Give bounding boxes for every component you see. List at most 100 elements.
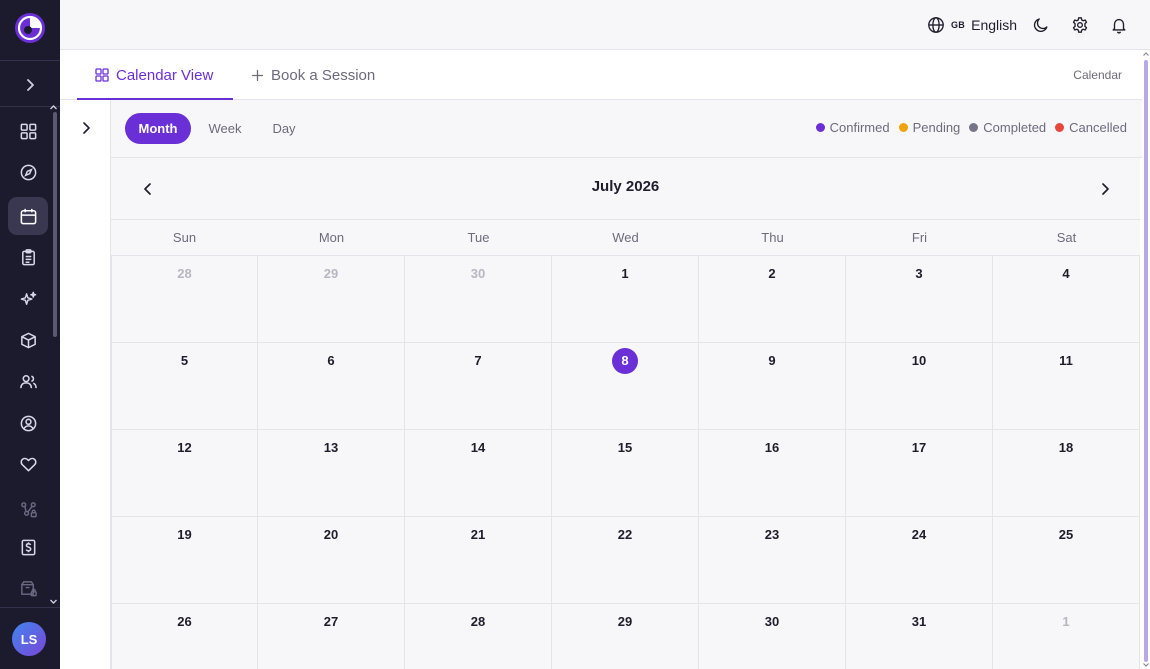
- calendar-day-cell[interactable]: 28: [111, 256, 258, 343]
- month-title: July 2026: [591, 178, 660, 195]
- app-logo-icon[interactable]: [14, 12, 46, 44]
- sidebar-scroll-down-icon[interactable]: [49, 597, 58, 606]
- user-avatar[interactable]: LS: [12, 622, 46, 656]
- breadcrumb[interactable]: Calendar: [1073, 68, 1122, 82]
- calendar-day-cell[interactable]: 29: [552, 604, 699, 669]
- tab-book-session[interactable]: Book a Session: [251, 50, 375, 100]
- dollar-icon: [21, 539, 35, 555]
- scroll-up-icon[interactable]: [1142, 50, 1150, 58]
- view-day-button[interactable]: Day: [261, 113, 307, 144]
- legend-label: Completed: [983, 120, 1047, 135]
- language-label: English: [971, 17, 1018, 33]
- sidebar-item-tasks[interactable]: [8, 238, 48, 276]
- day-number: 18: [1058, 440, 1074, 455]
- chevron-right-icon: [1102, 183, 1109, 195]
- main-scrollbar-thumb[interactable]: [1144, 60, 1148, 662]
- language-selector[interactable]: GB English: [927, 14, 1017, 36]
- calendar-day-cell[interactable]: 1: [993, 604, 1140, 669]
- main-scrollbar[interactable]: [1142, 50, 1150, 669]
- clipboard-icon: [21, 248, 35, 265]
- settings-button[interactable]: [1069, 14, 1091, 36]
- calendar-day-cell[interactable]: 17: [846, 430, 993, 517]
- day-number: 2: [768, 266, 776, 281]
- next-month-button[interactable]: [1095, 179, 1115, 199]
- calendar-day-cell[interactable]: 14: [405, 430, 552, 517]
- plus-icon: [251, 69, 264, 81]
- sidebar-item-store[interactable]: [8, 569, 48, 607]
- calendar-day-cell[interactable]: 10: [846, 343, 993, 430]
- calendar-day-cell[interactable]: 5: [111, 343, 258, 430]
- view-week-button[interactable]: Week: [199, 113, 251, 144]
- sidebar-scroll-up-icon[interactable]: [49, 103, 58, 112]
- calendar-day-cell[interactable]: 8: [552, 343, 699, 430]
- day-number: 28: [470, 614, 486, 629]
- weekday-header: Tue: [405, 220, 552, 256]
- tab-book-session-label: Book a Session: [271, 66, 376, 84]
- calendar-day-cell[interactable]: 18: [993, 430, 1140, 517]
- sidebar-item-workflows[interactable]: [8, 490, 48, 528]
- heart-icon: [19, 457, 37, 471]
- sidebar-item-explore[interactable]: [8, 153, 48, 191]
- day-number: 29: [323, 266, 339, 281]
- sidebar-item-dashboard[interactable]: [8, 112, 48, 150]
- calendar-day-cell[interactable]: 23: [699, 517, 846, 604]
- calendar-header: July 2026: [111, 158, 1140, 220]
- day-number: 14: [470, 440, 486, 455]
- tab-calendar-view[interactable]: Calendar View: [95, 50, 213, 100]
- sidebar-item-products[interactable]: [8, 321, 48, 359]
- scroll-down-icon[interactable]: [1142, 661, 1150, 669]
- calendar-day-cell[interactable]: 13: [258, 430, 405, 517]
- panel-expand-icon[interactable]: [78, 120, 94, 136]
- workflow-icon: [20, 501, 37, 517]
- tabs-bar: Calendar View Book a Session Calendar: [60, 50, 1142, 100]
- calendar-day-cell[interactable]: 15: [552, 430, 699, 517]
- sidebar-divider: [0, 60, 60, 61]
- sidebar-item-calendar[interactable]: [8, 197, 48, 235]
- calendar-day-cell[interactable]: 19: [111, 517, 258, 604]
- calendar-day-cell[interactable]: 28: [405, 604, 552, 669]
- globe-icon: [928, 17, 944, 33]
- view-month-button[interactable]: Month: [125, 113, 191, 144]
- day-number: 20: [323, 527, 339, 542]
- day-number: 23: [764, 527, 780, 542]
- calendar-day-cell[interactable]: 29: [258, 256, 405, 343]
- calendar-day-cell[interactable]: 7: [405, 343, 552, 430]
- sidebar-item-profile[interactable]: [8, 404, 48, 442]
- sidebar-item-ai[interactable]: [8, 280, 48, 318]
- calendar-day-cell[interactable]: 25: [993, 517, 1140, 604]
- calendar-day-cell[interactable]: 4: [993, 256, 1140, 343]
- sidebar-expand-icon[interactable]: [18, 74, 42, 96]
- calendar-day-cell[interactable]: 16: [699, 430, 846, 517]
- calendar-icon: [20, 208, 36, 224]
- calendar-day-cell[interactable]: 1: [552, 256, 699, 343]
- day-number: 1: [621, 266, 629, 281]
- theme-toggle-button[interactable]: [1030, 14, 1052, 36]
- calendar-day-cell[interactable]: 21: [405, 517, 552, 604]
- calendar-day-cell[interactable]: 6: [258, 343, 405, 430]
- calendar-day-cell[interactable]: 31: [846, 604, 993, 669]
- calendar-day-cell[interactable]: 22: [552, 517, 699, 604]
- sidebar-scrollbar[interactable]: [53, 112, 57, 337]
- weekday-header: Wed: [552, 220, 699, 256]
- sparkles-icon: [20, 291, 36, 305]
- sidebar-item-billing[interactable]: [8, 528, 48, 566]
- notifications-button[interactable]: [1108, 14, 1130, 36]
- calendar-day-cell[interactable]: 2: [699, 256, 846, 343]
- calendar-day-cell[interactable]: 30: [405, 256, 552, 343]
- calendar-day-cell[interactable]: 30: [699, 604, 846, 669]
- sidebar-item-clients[interactable]: [8, 362, 48, 400]
- day-number: 30: [470, 266, 486, 281]
- legend-confirmed: Confirmed: [815, 120, 890, 135]
- calendar-day-cell[interactable]: 27: [258, 604, 405, 669]
- calendar-day-cell[interactable]: 12: [111, 430, 258, 517]
- day-number: 24: [911, 527, 927, 542]
- calendar-day-cell[interactable]: 3: [846, 256, 993, 343]
- month-calendar: July 2026 28 29 30 1 2 3 4 5 6 7 8 9 10 11 12 13 14 15 16 1…: [111, 158, 1140, 669]
- calendar-day-cell[interactable]: 11: [993, 343, 1140, 430]
- calendar-day-cell[interactable]: 9: [699, 343, 846, 430]
- calendar-day-cell[interactable]: 20: [258, 517, 405, 604]
- calendar-day-cell[interactable]: 24: [846, 517, 993, 604]
- sidebar-item-favorites[interactable]: [8, 445, 48, 483]
- dashboard-icon: [20, 123, 36, 139]
- calendar-day-cell[interactable]: 26: [111, 604, 258, 669]
